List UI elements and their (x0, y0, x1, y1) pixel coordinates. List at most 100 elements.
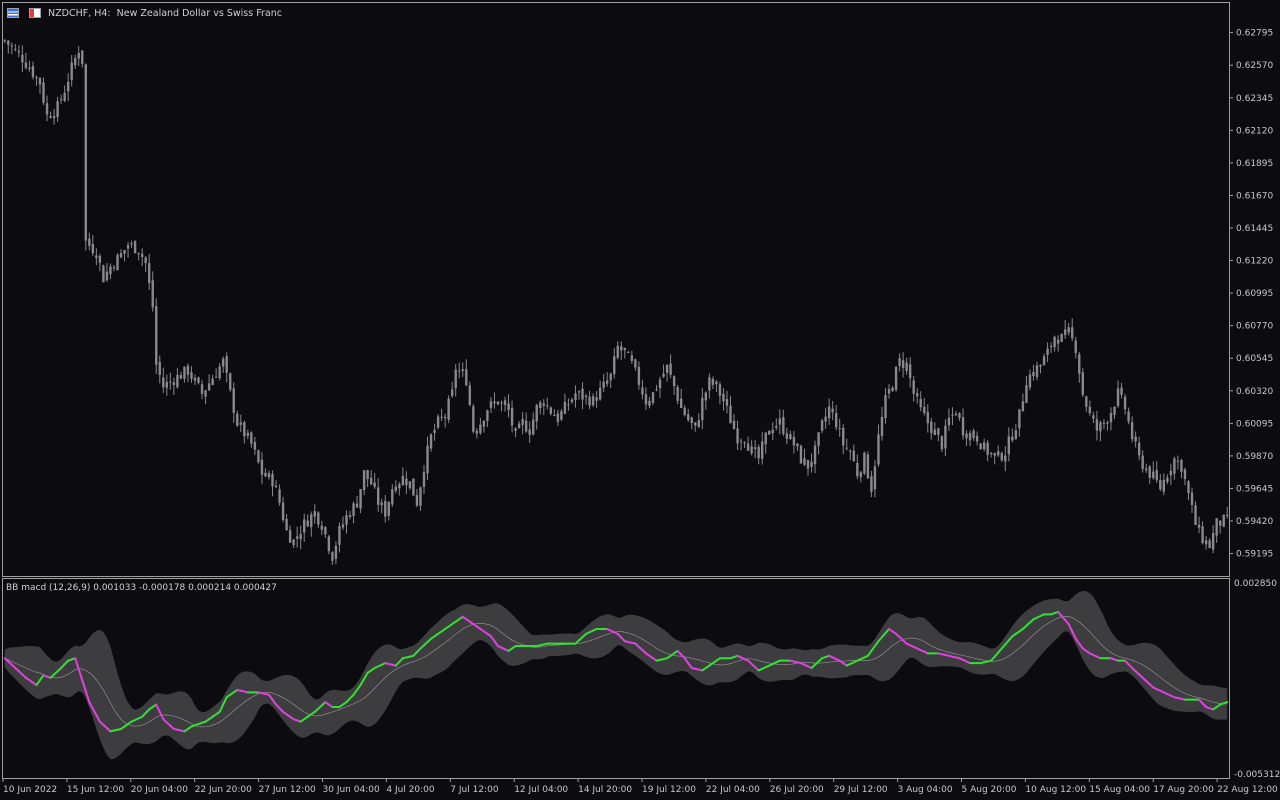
candle-body (1211, 533, 1215, 550)
candle-body (507, 403, 510, 411)
candle-body (641, 387, 644, 395)
chart-frames (2, 2, 1230, 779)
candle-body (461, 369, 464, 371)
candle-body (24, 62, 28, 68)
candle-body (1152, 471, 1155, 479)
candle-body (362, 470, 366, 491)
candle-body (207, 383, 211, 391)
candle-body (133, 241, 137, 254)
candle-body (687, 414, 690, 421)
candle-body (158, 361, 161, 376)
time-tick-label: 29 Jul 12:00 (834, 785, 888, 795)
candle-body (21, 54, 24, 63)
candle-body (979, 443, 982, 450)
candle-body (972, 430, 975, 438)
candle-body (982, 442, 986, 450)
candle-body (796, 443, 799, 447)
candle-body (856, 463, 859, 477)
candle-body (394, 486, 398, 491)
candle-body (757, 446, 760, 459)
candle-body (472, 406, 475, 432)
symbol-label: NZDCHF, H4: (48, 8, 111, 19)
candle-body (877, 434, 880, 465)
candle-body (1049, 346, 1053, 348)
candle-body (1025, 385, 1028, 404)
candle-body (140, 253, 144, 258)
chart-list-icon[interactable] (7, 8, 19, 18)
candle-body (1063, 329, 1067, 335)
candle-body (98, 255, 102, 263)
price-panel-frame (2, 2, 1230, 577)
candle-body (806, 459, 810, 469)
candle-body (1120, 387, 1123, 395)
candle-body (764, 432, 767, 445)
candle-body (348, 515, 352, 517)
candle-body (1218, 520, 1222, 526)
candle-body (77, 53, 80, 59)
candle-body (123, 249, 126, 254)
macd-tick-label: 0.002850 (1234, 579, 1277, 589)
time-tick-label: 22 Jun 20:00 (195, 785, 252, 795)
candle-body (338, 526, 341, 545)
candle-body (570, 399, 574, 402)
candle-body (63, 92, 66, 101)
candle-body (458, 370, 461, 372)
candle-body (119, 253, 123, 258)
candle-body (989, 453, 993, 455)
candle-body (165, 382, 169, 388)
candle-body (88, 238, 91, 246)
candle-body (567, 404, 570, 406)
candle-body (250, 432, 253, 444)
candle-body (725, 398, 729, 406)
candle-body (1007, 436, 1011, 455)
time-tick-label: 12 Jul 04:00 (514, 785, 568, 795)
chart-canvas[interactable]: 0.62795 0.62570 0.62345 0.62120 0.61895 0.616… (0, 0, 1280, 800)
one-click-trading-icon[interactable] (29, 8, 41, 18)
candle-body (528, 429, 531, 435)
candle-body (891, 387, 894, 392)
candle-body (313, 511, 316, 517)
candle-body (637, 366, 641, 385)
time-tick-label: 10 Jun 2022 (3, 785, 57, 795)
candle-body (997, 451, 1000, 456)
candle-body (352, 503, 355, 516)
candle-body (320, 525, 324, 530)
candle-body (225, 356, 228, 373)
candle-body (1208, 540, 1211, 549)
candle-body (546, 405, 549, 407)
candle-body (482, 420, 486, 427)
candle-body (359, 489, 362, 509)
time-tick-label: 17 Aug 20:00 (1153, 785, 1214, 795)
candle-body (1081, 372, 1084, 395)
candle-body (701, 397, 704, 421)
candle-body (810, 461, 813, 467)
candle-body (447, 398, 450, 420)
candle-body (1204, 540, 1208, 545)
candle-body (655, 389, 658, 391)
price-tick-label: 0.62120 (1236, 126, 1273, 136)
candle-body (940, 436, 944, 450)
candle-body (616, 345, 619, 358)
candle-body (10, 45, 14, 47)
candle-body (81, 50, 84, 64)
candle-body (926, 412, 929, 424)
candle-body (743, 442, 746, 444)
candle-body (35, 77, 38, 79)
candle-body (405, 478, 408, 486)
candle-body (827, 406, 831, 419)
candle-body (17, 50, 21, 53)
candle-body (1004, 455, 1007, 462)
candle-body (588, 396, 591, 406)
price-tick-label: 0.59870 (1236, 452, 1273, 462)
candle-body (898, 358, 901, 367)
candle-body (468, 385, 471, 405)
candle-body (803, 458, 806, 465)
candle-body (1099, 422, 1102, 432)
candle-body (1116, 388, 1120, 406)
candle-body (648, 400, 651, 406)
price-tick-label: 0.59420 (1236, 517, 1273, 527)
candle-body (842, 427, 845, 446)
candle-body (1187, 481, 1190, 494)
candle-body (574, 393, 577, 400)
candle-body (1102, 422, 1106, 424)
